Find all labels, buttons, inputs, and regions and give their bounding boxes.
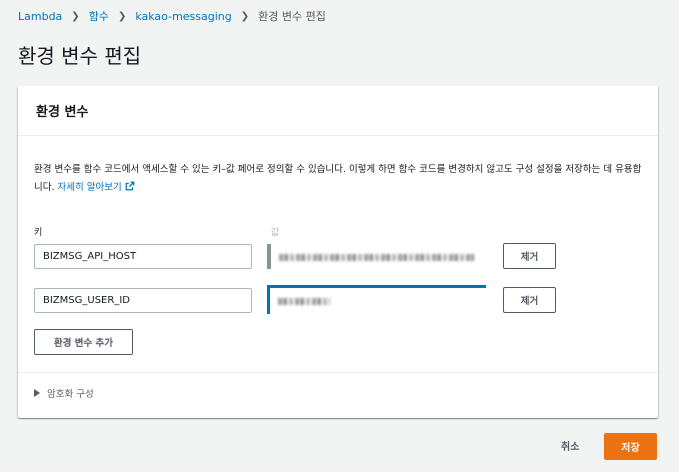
caret-right-icon [34,389,40,397]
env-value-input-1[interactable] [267,244,486,269]
chevron-right-icon: ❯ [71,10,80,22]
learn-more-link[interactable]: 자세히 알아보기 [58,182,122,193]
remove-button-1[interactable]: 제거 [503,243,556,269]
env-value-input-2[interactable] [267,285,486,314]
breadcrumb-lambda[interactable]: Lambda [18,10,62,23]
breadcrumb-current: 환경 변수 편집 [258,10,326,23]
redacted-value [278,298,330,305]
env-vars-panel: 환경 변수 환경 변수를 함수 코드에서 액세스할 수 있는 키–값 페어로 정… [18,86,658,418]
env-key-input-2[interactable] [34,288,252,313]
add-env-var-button[interactable]: 환경 변수 추가 [34,329,133,355]
page-title: 환경 변수 편집 [18,44,142,68]
cancel-button[interactable]: 취소 [561,438,579,453]
breadcrumb: Lambda ❯ 함수 ❯ kakao-messaging ❯ 환경 변수 편집 [18,8,326,24]
divider [18,372,658,373]
chevron-right-icon: ❯ [240,10,250,22]
external-link-icon[interactable] [125,181,135,191]
save-button[interactable]: 저장 [604,433,657,460]
env-key-input-1[interactable] [34,244,252,269]
value-column-label: 값 [271,228,280,238]
remove-button-2[interactable]: 제거 [503,287,556,313]
encryption-config-expander[interactable]: 암호화 구성 [34,386,94,400]
panel-description: 환경 변수를 함수 코드에서 액세스할 수 있는 키–값 페어로 정의할 수 있… [34,161,646,197]
encryption-config-label: 암호화 구성 [47,389,94,400]
panel-header: 환경 변수 [18,86,658,136]
chevron-right-icon: ❯ [117,10,127,22]
breadcrumb-function-name[interactable]: kakao-messaging [135,10,231,23]
breadcrumb-functions[interactable]: 함수 [89,8,109,24]
key-column-label: 키 [34,228,43,238]
redacted-value [279,253,474,261]
